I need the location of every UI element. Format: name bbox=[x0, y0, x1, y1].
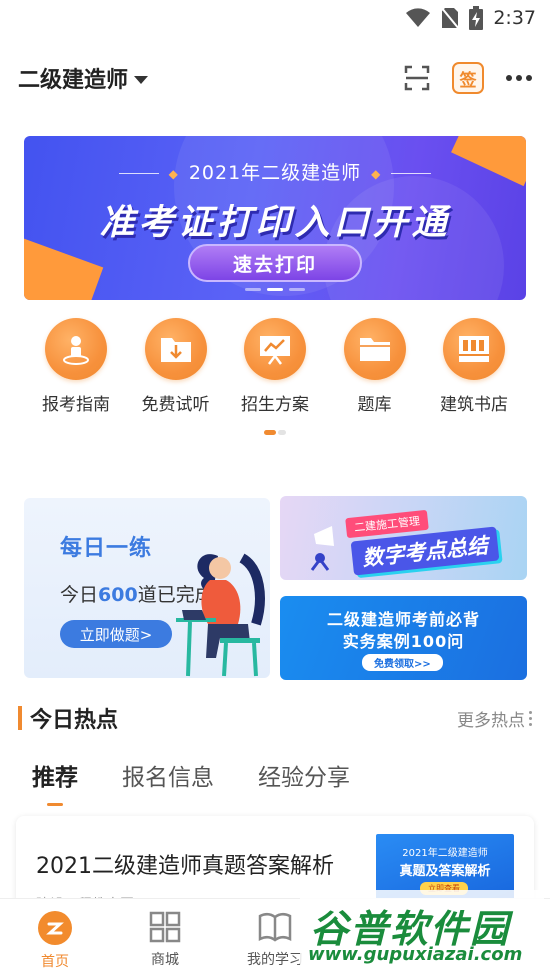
daily-prefix: 今日 bbox=[60, 584, 99, 606]
folder-icon bbox=[343, 318, 406, 380]
status-time: 2:37 bbox=[493, 7, 536, 29]
nav-home[interactable]: 首页 bbox=[0, 899, 110, 977]
article-title: 2021二级建造师真题答案解析 bbox=[36, 854, 334, 879]
banner-subtitle: ◆ 2021年二级建造师 ◆ bbox=[24, 158, 526, 185]
book-icon bbox=[258, 912, 292, 942]
hot-topics-header: 今日热点 更多热点 bbox=[18, 700, 532, 736]
section-accent-bar bbox=[18, 706, 22, 730]
promo-banner[interactable]: ◆ 2021年二级建造师 ◆ 准考证打印入口开通 速去打印 bbox=[24, 136, 526, 300]
nav-mall[interactable]: 商城 bbox=[110, 899, 220, 977]
quick-entry-label: 建筑书店 bbox=[440, 395, 508, 415]
quick-entry-question-bank[interactable]: 题库 bbox=[327, 318, 423, 415]
free-claim-button[interactable]: 免费领取>> bbox=[362, 654, 443, 671]
status-bar: 2:37 bbox=[0, 0, 550, 36]
caret-down-icon bbox=[134, 75, 149, 84]
page-title: 二级建造师 bbox=[18, 68, 129, 93]
more-icon[interactable] bbox=[506, 75, 532, 81]
hot-topics-title: 今日热点 bbox=[30, 708, 119, 733]
scan-icon[interactable] bbox=[404, 65, 430, 91]
battery-charging-icon bbox=[469, 6, 484, 30]
presentation-icon bbox=[244, 318, 306, 380]
promo-cases-line2: 实务案例100问 bbox=[342, 632, 465, 651]
banner-subtitle-text: 2021年二级建造师 bbox=[188, 162, 362, 184]
daily-practice-title: 每日一练 bbox=[60, 536, 153, 561]
promo-cases-card[interactable]: 二级建造师考前必背 实务案例100问 免费领取>> bbox=[280, 596, 527, 680]
watermark: 谷普软件园 www.gupuxiazai.com bbox=[300, 890, 544, 974]
banner-title: 准考证打印入口开通 bbox=[99, 203, 451, 243]
home-icon bbox=[38, 911, 72, 945]
student-illustration bbox=[176, 553, 265, 677]
vertical-dots-icon bbox=[529, 710, 532, 726]
quick-entry-guide[interactable]: 报考指南 bbox=[28, 318, 124, 415]
megaphone-illustration bbox=[310, 526, 334, 571]
quick-entry-free-trial[interactable]: 免费试听 bbox=[128, 318, 224, 415]
wifi-icon bbox=[406, 8, 431, 27]
promo-cases-line1: 二级建造师考前必背 bbox=[326, 610, 480, 629]
exam-selector[interactable]: 二级建造师 bbox=[18, 62, 404, 94]
quick-entry-pager bbox=[264, 430, 286, 435]
nav-label: 首页 bbox=[41, 954, 69, 970]
quick-entry-label: 免费试听 bbox=[141, 395, 210, 415]
promo-summary-card[interactable]: 二建施工管理 数字考点总结 bbox=[280, 496, 527, 580]
guide-icon bbox=[45, 318, 107, 380]
tab-experience-sharing[interactable]: 经验分享 bbox=[258, 758, 350, 806]
banner-pager bbox=[24, 288, 526, 291]
daily-practice-card[interactable]: 每日一练 今日600道已完成 立即做题> bbox=[24, 498, 270, 678]
no-sim-icon bbox=[441, 7, 460, 29]
quick-entry-grid: 报考指南 免费试听 招生方案 题库 建筑书店 bbox=[28, 318, 522, 415]
quick-entry-bookstore[interactable]: 建筑书店 bbox=[426, 318, 522, 415]
thumbnail-line1: 2021年二级建造师 bbox=[402, 848, 488, 859]
bookshelf-icon bbox=[443, 318, 505, 380]
quick-entry-label: 题库 bbox=[357, 395, 392, 415]
app-header: 二级建造师 签 bbox=[0, 50, 550, 106]
thumbnail-line2: 真题及答案解析 bbox=[399, 864, 491, 879]
nav-label: 商城 bbox=[151, 952, 179, 968]
daily-count: 600 bbox=[98, 584, 138, 606]
quick-entry-enrollment-plan[interactable]: 招生方案 bbox=[227, 318, 323, 415]
quick-entry-label: 报考指南 bbox=[42, 395, 110, 415]
start-practice-button[interactable]: 立即做题> bbox=[60, 620, 172, 648]
sign-in-button[interactable]: 签 bbox=[452, 62, 484, 94]
more-hot-topics-link[interactable]: 更多热点 bbox=[457, 706, 532, 731]
watermark-url: www.gupuxiazai.com bbox=[308, 944, 523, 965]
grid-icon bbox=[149, 911, 181, 943]
download-folder-icon bbox=[144, 318, 207, 380]
hot-topics-tabs: 推荐 报名信息 经验分享 bbox=[32, 758, 350, 806]
tab-recommend[interactable]: 推荐 bbox=[32, 758, 78, 806]
more-hot-topics-label: 更多热点 bbox=[457, 710, 525, 731]
tab-registration-info[interactable]: 报名信息 bbox=[122, 758, 214, 806]
quick-entry-label: 招生方案 bbox=[241, 395, 309, 415]
nav-label: 我的学习 bbox=[247, 952, 303, 968]
print-now-button[interactable]: 速去打印 bbox=[188, 244, 362, 282]
